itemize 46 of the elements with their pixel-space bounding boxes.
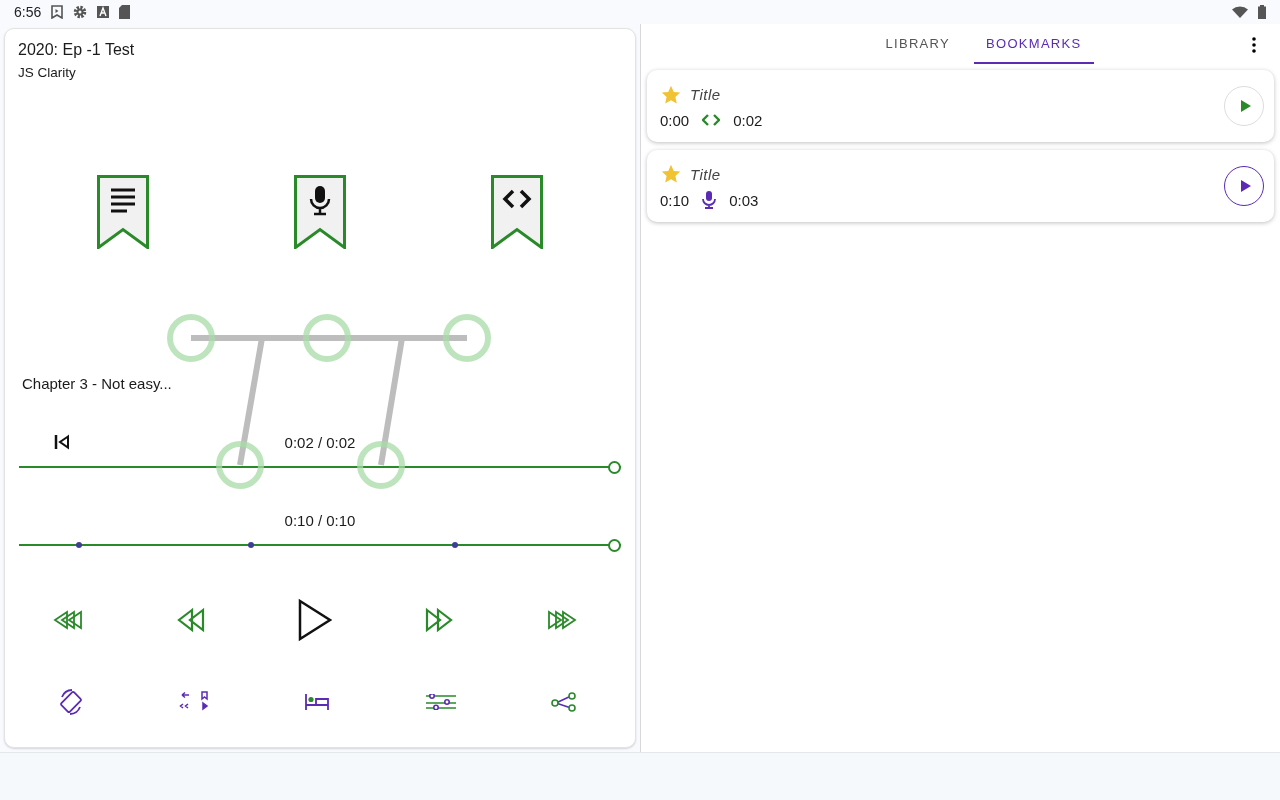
settings-icon (73, 5, 88, 19)
chapter-title: Chapter 3 - Not easy... (22, 375, 173, 393)
fast-rewind-icon[interactable] (51, 610, 83, 630)
episode-title: 2020: Ep -1 Test (18, 41, 136, 59)
tab[interactable]: LIBRARY (873, 24, 962, 64)
tab[interactable]: BOOKMARKS (974, 24, 1094, 64)
play-icon (1239, 179, 1252, 193)
sd-card-icon (119, 5, 131, 19)
shortcuts-icon[interactable] (179, 691, 210, 713)
bookmark-title: Title (690, 86, 721, 103)
microphone-icon (702, 191, 717, 209)
text-bookmark-icon[interactable] (97, 175, 150, 249)
screen-rotation-icon[interactable] (57, 689, 84, 715)
bookmark-title: Title (690, 165, 721, 183)
star-icon (660, 163, 682, 185)
play-button[interactable] (1224, 166, 1264, 206)
equalizer-icon[interactable] (424, 694, 457, 710)
code-bookmark-icon[interactable] (490, 175, 543, 249)
battery-icon (1258, 5, 1266, 19)
skip-to-start-icon[interactable] (54, 434, 70, 450)
bookmark-card[interactable]: Title 0:00 0:02 (647, 70, 1274, 142)
chapter-time: 0:02 / 0:02 (284, 433, 356, 451)
status-time: 6:56 (14, 4, 42, 20)
total-time: 0:10 / 0:10 (284, 511, 356, 529)
start-time: 0:00 (660, 111, 690, 129)
play-icon (1239, 99, 1252, 113)
play-icon[interactable] (297, 598, 333, 642)
bookmark-card[interactable]: Title 0:10 0:03 (647, 150, 1274, 222)
fast-forward-icon[interactable] (547, 610, 579, 630)
wifi-icon (1232, 6, 1248, 18)
slider-marker (247, 542, 254, 548)
share-icon[interactable] (551, 692, 578, 712)
more-menu-icon[interactable] (1252, 37, 1256, 53)
author-name: JS Clarity (18, 65, 77, 80)
text-box-icon (97, 6, 110, 18)
duration: 0:03 (729, 191, 759, 209)
bookmark-icon (51, 5, 64, 19)
forward-icon[interactable] (424, 607, 454, 633)
bed-icon[interactable] (305, 694, 330, 710)
slider-marker (76, 542, 83, 548)
duration: 0:02 (733, 111, 763, 129)
code-icon (702, 113, 721, 127)
start-time: 0:10 (660, 191, 690, 209)
slider-marker (452, 542, 459, 548)
rewind-icon[interactable] (176, 607, 206, 633)
voice-bookmark-icon[interactable] (294, 175, 346, 249)
